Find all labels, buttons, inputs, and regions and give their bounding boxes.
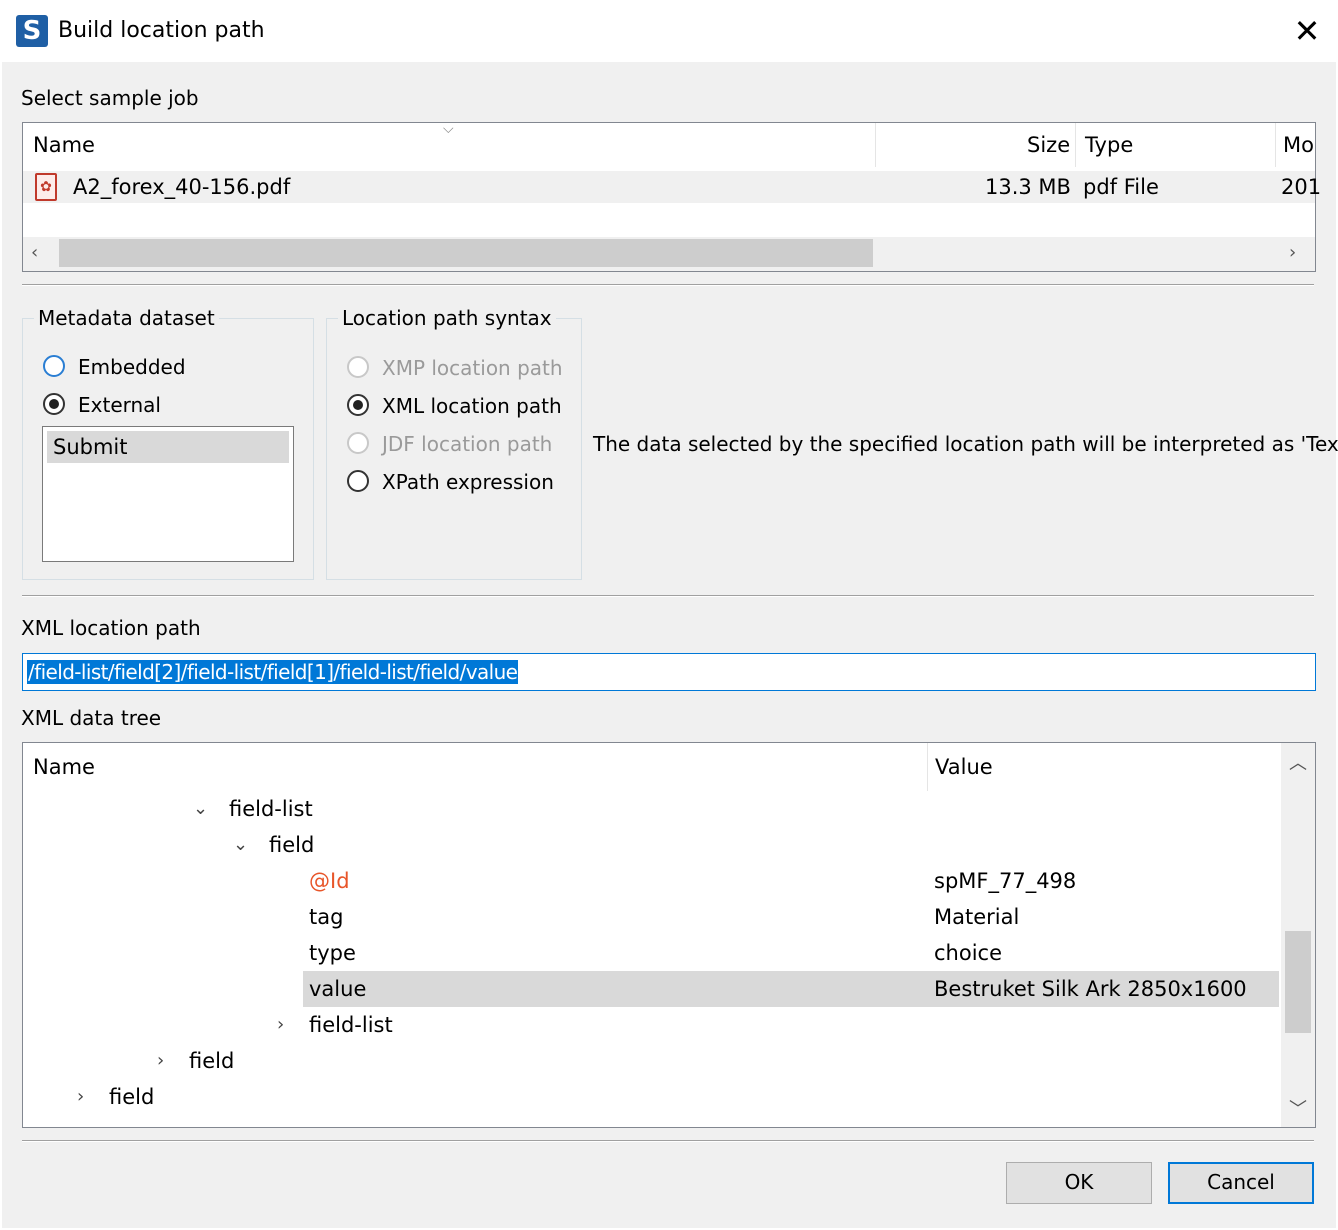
file-type: pdf File — [1083, 175, 1159, 199]
xml-path-label: XML location path — [21, 616, 201, 640]
tree-node-name: tag — [309, 905, 344, 929]
tree-node-value: Material — [934, 905, 1020, 929]
xml-path-value: /field-list/field[2]/field-list/field[1]… — [27, 660, 519, 684]
list-item[interactable]: Submit — [47, 431, 289, 463]
list-item[interactable]: ✿ A2_forex_40-156.pdf 13.3 MB pdf File 2… — [23, 171, 1321, 203]
title-bar: S Build location path ✕ — [0, 0, 1338, 62]
table-row[interactable]: ⌄ field-list — [23, 791, 1281, 827]
radio-jdf[interactable] — [347, 432, 369, 454]
cancel-button[interactable]: Cancel — [1168, 1162, 1314, 1204]
table-row[interactable]: type choice — [23, 935, 1281, 971]
tree-node-value: spMF_77_498 — [934, 869, 1077, 893]
tree-node-name: field-list — [309, 1013, 393, 1037]
vertical-scrollbar[interactable]: ︿ ﹀ — [1281, 743, 1315, 1127]
table-row[interactable]: @Id spMF_77_498 — [23, 863, 1281, 899]
tree-node-name: field — [269, 833, 315, 857]
dataset-listbox[interactable]: Submit — [42, 426, 294, 562]
scroll-up-icon[interactable]: ︿ — [1289, 749, 1307, 775]
tree-node-name: type — [309, 941, 356, 965]
scroll-left-icon[interactable]: ‹ — [31, 237, 38, 269]
radio-xmp-label[interactable]: XMP location path — [382, 355, 563, 381]
column-name[interactable]: Name — [33, 123, 95, 167]
tree-column-value[interactable]: Value — [935, 743, 993, 791]
table-row[interactable]: › field-list — [23, 1007, 1281, 1043]
column-size[interactable]: Size — [1027, 123, 1070, 167]
table-row[interactable]: › field — [23, 1079, 1281, 1115]
chevron-down-icon[interactable]: ⌄ — [193, 791, 208, 827]
tree-node-name: field — [189, 1049, 235, 1073]
sample-job-list[interactable]: Name ⌵ Size Type Mo ✿ A2_forex_40-156.pd… — [22, 121, 1321, 272]
file-name: A2_forex_40-156.pdf — [73, 175, 291, 199]
chevron-down-icon[interactable]: ⌄ — [233, 827, 248, 863]
radio-xpath-label[interactable]: XPath expression — [382, 469, 554, 495]
chevron-right-icon[interactable]: › — [277, 1007, 284, 1043]
close-icon[interactable]: ✕ — [1288, 12, 1326, 50]
table-row[interactable]: tag Material — [23, 899, 1281, 935]
app-icon: S — [16, 15, 48, 47]
sample-job-label: Select sample job — [21, 86, 199, 110]
tree-node-value: choice — [934, 941, 1003, 965]
radio-xml-label[interactable]: XML location path — [382, 393, 562, 419]
tree-attribute-name: @Id — [309, 869, 350, 893]
xml-data-tree[interactable]: Name Value ⌄ field-list ⌄ field @Id spMF… — [22, 742, 1316, 1128]
tree-node-name: value — [309, 977, 367, 1001]
column-type[interactable]: Type — [1085, 123, 1133, 167]
horizontal-scrollbar[interactable]: ‹ › — [23, 237, 1315, 271]
divider — [22, 284, 1314, 286]
dataset-item-label: Submit — [53, 435, 128, 459]
window-title: Build location path — [58, 18, 265, 43]
radio-xmp[interactable] — [347, 356, 369, 378]
scroll-right-icon[interactable]: › — [1289, 237, 1296, 269]
xml-tree-label: XML data tree — [21, 706, 162, 730]
table-row[interactable]: › field — [23, 1043, 1281, 1079]
radio-embedded-label[interactable]: Embedded — [78, 354, 186, 380]
radio-jdf-label[interactable]: JDF location path — [382, 431, 552, 457]
interpretation-info: The data selected by the specified locat… — [593, 432, 1338, 456]
tree-column-name[interactable]: Name — [33, 743, 95, 791]
table-row-selected[interactable]: value Bestruket Silk Ark 2850x1600 — [23, 971, 1281, 1007]
file-modified: 201 — [1281, 175, 1322, 199]
scrollbar-thumb[interactable] — [59, 239, 873, 267]
chevron-right-icon[interactable]: › — [157, 1043, 164, 1079]
location-syntax-title: Location path syntax — [338, 305, 556, 331]
pdf-file-icon: ✿ — [35, 173, 57, 201]
radio-xml[interactable] — [347, 394, 369, 416]
file-size: 13.3 MB — [985, 175, 1071, 199]
sort-chevron-icon: ⌵ — [443, 121, 454, 137]
radio-external[interactable] — [43, 393, 65, 415]
radio-external-label[interactable]: External — [78, 392, 161, 418]
ok-button[interactable]: OK — [1006, 1162, 1152, 1204]
divider — [22, 595, 1314, 597]
tree-node-value: Bestruket Silk Ark 2850x1600 — [934, 977, 1247, 1001]
metadata-dataset-title: Metadata dataset — [34, 305, 219, 331]
radio-xpath[interactable] — [347, 470, 369, 492]
tree-node-name: field — [109, 1085, 155, 1109]
scroll-down-icon[interactable]: ﹀ — [1289, 1095, 1307, 1121]
column-modified[interactable]: Mo — [1283, 123, 1314, 167]
scrollbar-thumb[interactable] — [1285, 931, 1311, 1033]
tree-node-name: field-list — [229, 797, 313, 821]
radio-embedded[interactable] — [43, 355, 65, 377]
tree-header: Name Value — [23, 743, 1281, 791]
table-row[interactable]: ⌄ field — [23, 827, 1281, 863]
chevron-right-icon[interactable]: › — [77, 1079, 84, 1115]
divider — [22, 1140, 1314, 1142]
list-header: Name ⌵ Size Type Mo — [23, 121, 1315, 167]
xml-path-input[interactable]: /field-list/field[2]/field-list/field[1]… — [22, 653, 1316, 691]
